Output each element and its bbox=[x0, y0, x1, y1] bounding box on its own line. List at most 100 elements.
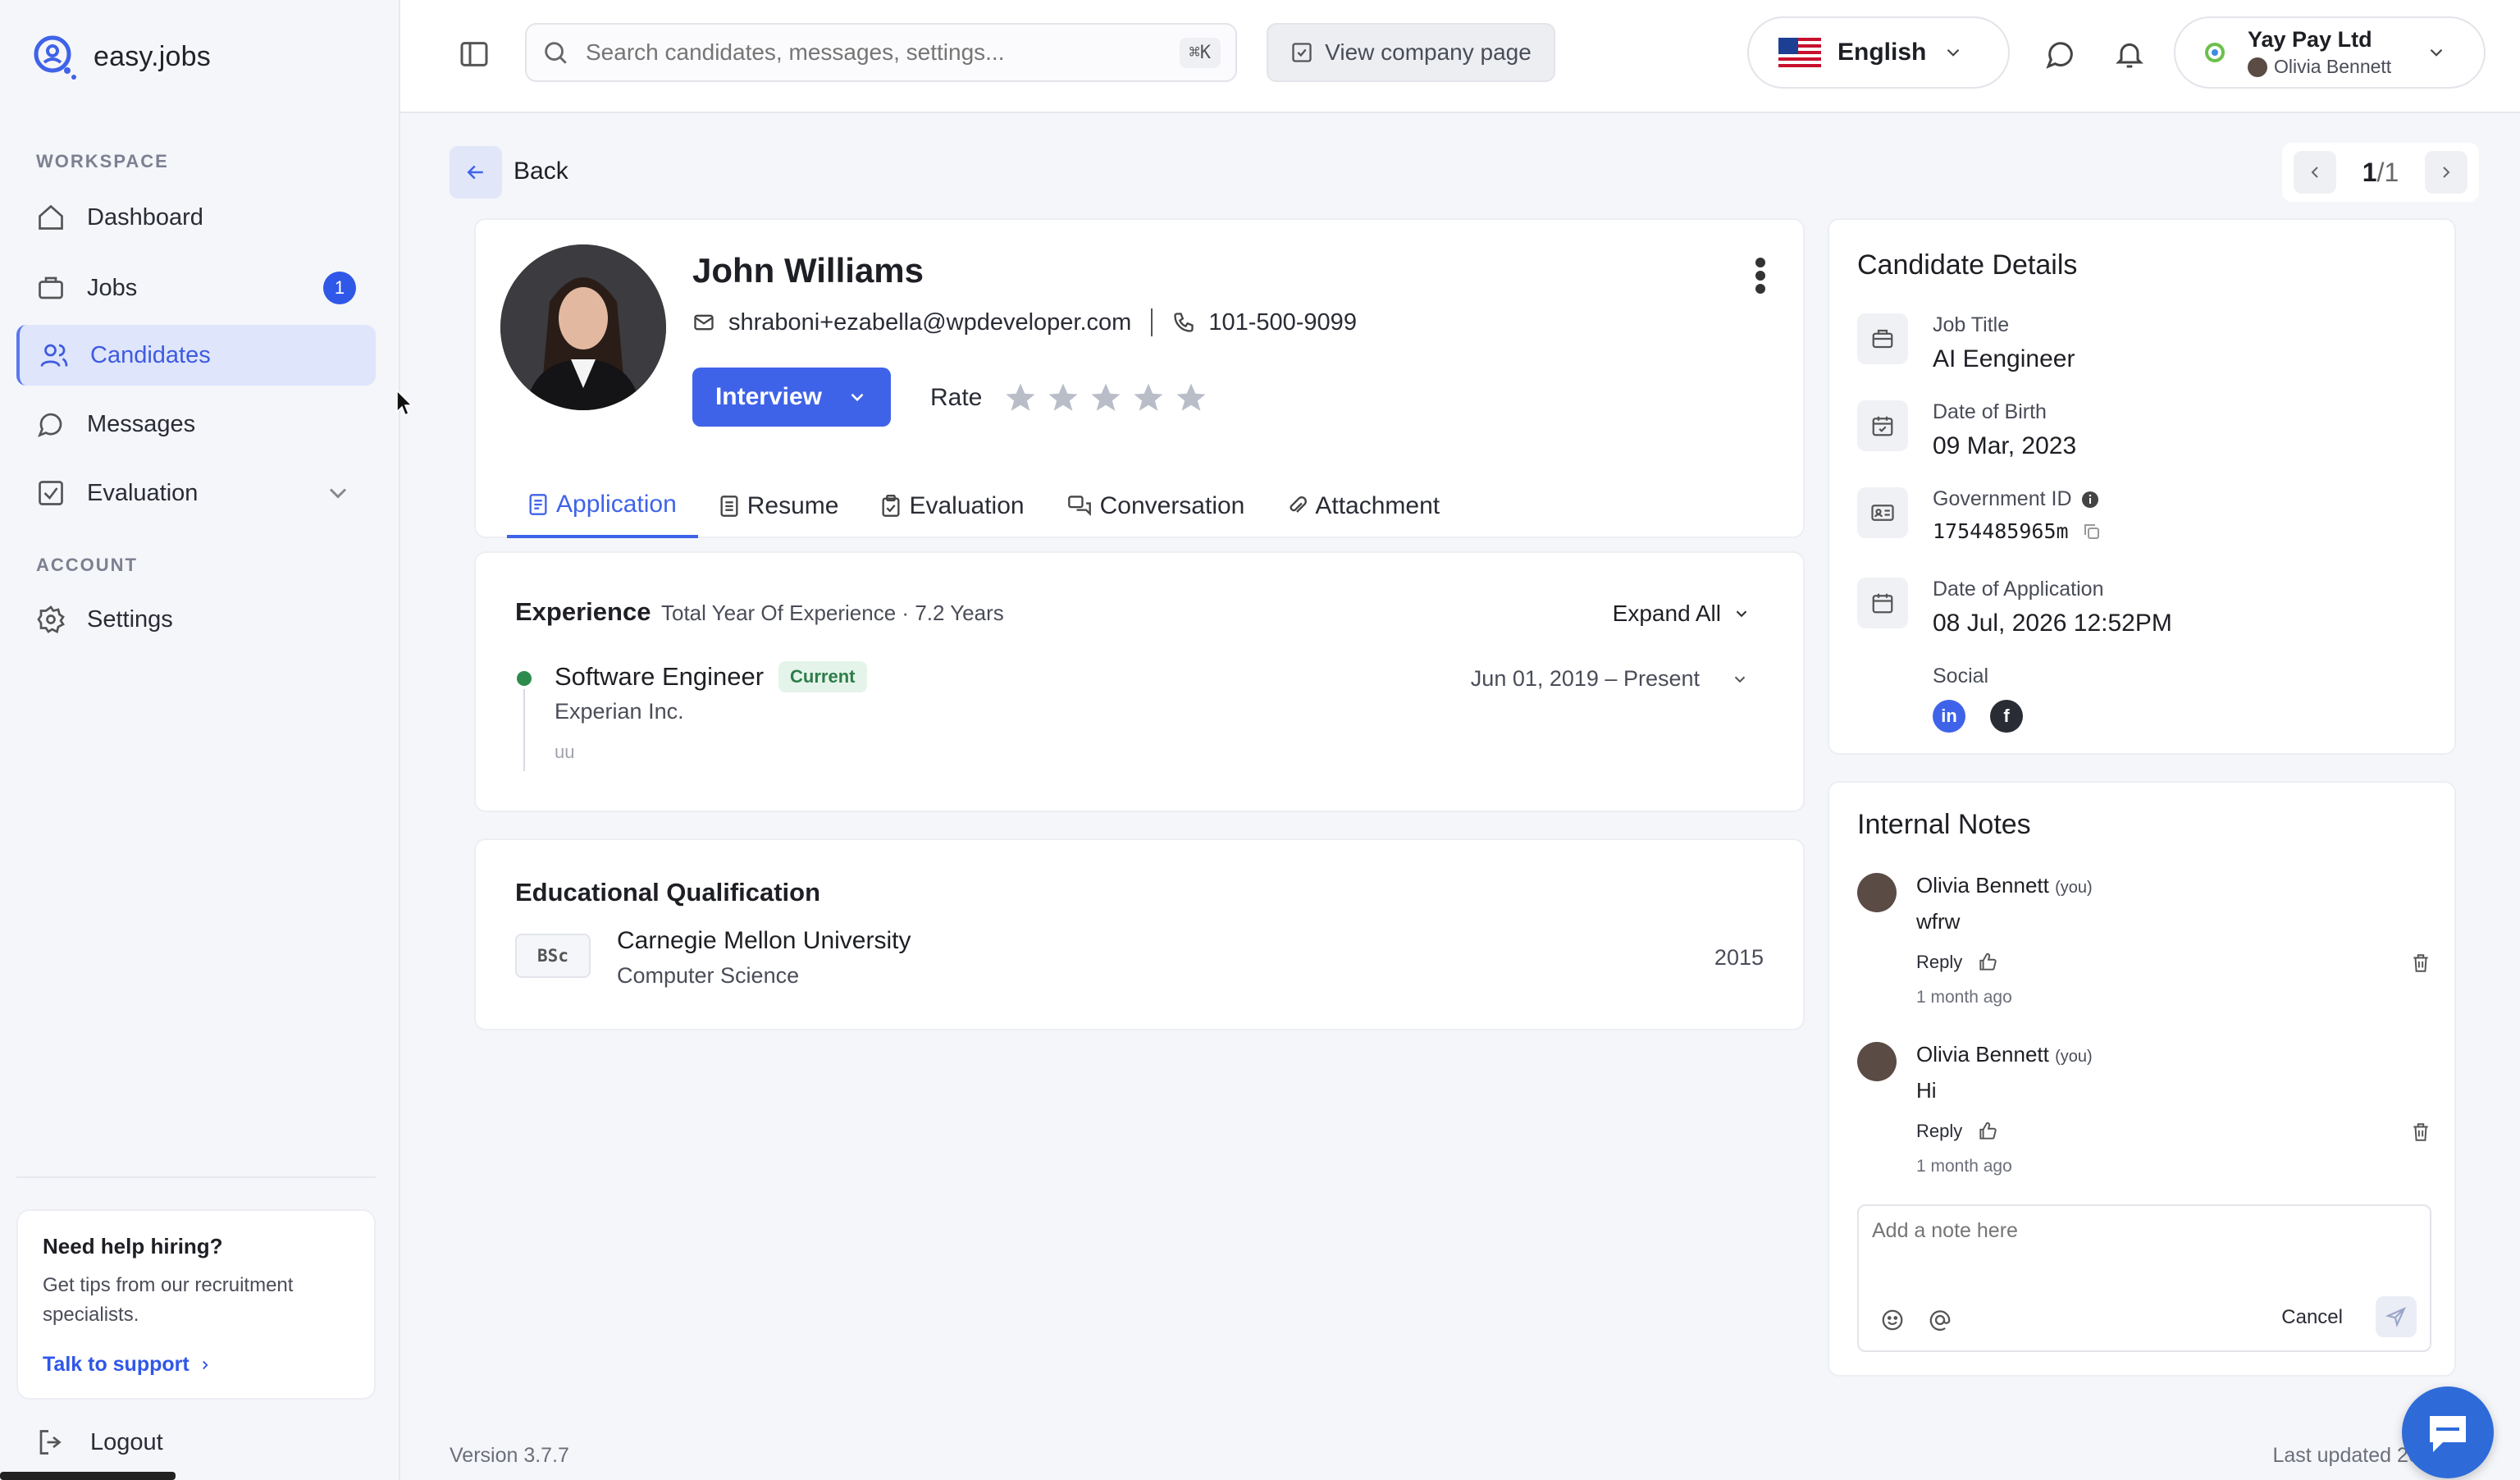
thumbs-up-icon[interactable] bbox=[1977, 1121, 1998, 1142]
trash-icon[interactable] bbox=[2410, 1121, 2431, 1144]
candidate-details-title: Candidate Details bbox=[1857, 249, 2078, 281]
detail-social: Social in f bbox=[1933, 665, 2023, 733]
home-icon bbox=[39, 204, 63, 230]
chat-bubble-icon bbox=[2430, 1416, 2466, 1452]
detail-government-id: Government ID 1754485965m bbox=[1857, 487, 2102, 543]
logo-icon bbox=[34, 35, 76, 80]
checklist-icon bbox=[39, 481, 63, 505]
previous-candidate-button[interactable] bbox=[2294, 151, 2336, 194]
id-card-icon bbox=[1857, 487, 1908, 538]
note-author: Olivia Bennett (you) bbox=[1916, 1042, 2093, 1067]
search-bar[interactable]: ⌘K bbox=[525, 23, 1237, 82]
sidebar-item-dashboard[interactable]: Dashboard bbox=[16, 187, 376, 248]
send-icon bbox=[2385, 1307, 2406, 1327]
sidebar-item-jobs[interactable]: Jobs 1 bbox=[16, 258, 376, 318]
tab-attachment[interactable]: Attachment bbox=[1266, 474, 1461, 538]
government-id-label-text: Government ID bbox=[1933, 487, 2072, 510]
tab-evaluation[interactable]: Evaluation bbox=[860, 474, 1045, 538]
reply-button[interactable]: Reply bbox=[1916, 1121, 1962, 1142]
back-label[interactable]: Back bbox=[514, 158, 568, 185]
emoji-icon[interactable] bbox=[1880, 1308, 1905, 1332]
degree-badge: BSc bbox=[515, 934, 591, 978]
current-job-indicator bbox=[517, 671, 532, 686]
logout-icon bbox=[39, 1430, 62, 1455]
timeline-line bbox=[523, 689, 525, 771]
language-selector[interactable]: English bbox=[1747, 16, 2010, 89]
candidate-phone[interactable]: 101-500-9099 bbox=[1208, 309, 1357, 336]
tab-conversation[interactable]: Conversation bbox=[1046, 474, 1267, 538]
linkedin-icon[interactable]: in bbox=[1933, 700, 1965, 733]
messages-icon[interactable] bbox=[2044, 38, 2077, 71]
clipboard-icon bbox=[882, 495, 900, 517]
sidebar-item-label: Settings bbox=[87, 605, 173, 633]
government-id-label: Government ID bbox=[1933, 487, 2102, 511]
arrow-left-icon bbox=[467, 165, 483, 180]
star-icon[interactable] bbox=[1089, 381, 1123, 415]
star-icon[interactable] bbox=[1131, 381, 1166, 415]
search-shortcut: ⌘K bbox=[1179, 37, 1221, 68]
copy-icon[interactable] bbox=[2082, 522, 2102, 541]
job-description-snippet: uu bbox=[555, 742, 575, 762]
sidebar-item-label: Candidates bbox=[90, 341, 211, 368]
talk-to-support-label: Talk to support bbox=[43, 1353, 189, 1376]
government-id-value: 1754485965m bbox=[1933, 519, 2069, 543]
sidebar-item-candidates[interactable]: Candidates bbox=[16, 325, 376, 386]
current-badge: Current bbox=[778, 661, 867, 692]
star-icon[interactable] bbox=[1003, 381, 1038, 415]
tab-resume[interactable]: Resume bbox=[698, 474, 861, 538]
separator-dot: · bbox=[902, 601, 915, 625]
thumbs-up-icon[interactable] bbox=[1977, 952, 1998, 973]
tab-label: Evaluation bbox=[909, 492, 1025, 519]
talk-to-support-link[interactable]: Talk to support bbox=[43, 1353, 349, 1377]
sidebar-toggle-icon[interactable] bbox=[458, 38, 491, 71]
company-name: Yay Pay Ltd bbox=[2248, 27, 2372, 52]
tab-application[interactable]: Application bbox=[507, 474, 698, 538]
job-company: Experian Inc. bbox=[555, 699, 684, 724]
sidebar-item-messages[interactable]: Messages bbox=[16, 394, 376, 455]
mention-icon[interactable] bbox=[1928, 1308, 1952, 1332]
internal-notes-title: Internal Notes bbox=[1857, 809, 2031, 840]
rating: Rate bbox=[930, 381, 1208, 415]
search-input[interactable] bbox=[586, 39, 1163, 66]
chat-icon bbox=[38, 413, 62, 437]
account-switcher[interactable]: Yay Pay Ltd Olivia Bennett bbox=[2174, 16, 2486, 89]
job-title: Software Engineer bbox=[555, 662, 765, 691]
note-send-button[interactable] bbox=[2376, 1296, 2417, 1337]
app-logo[interactable]: easy.jobs bbox=[31, 33, 211, 80]
education-section: Educational Qualification BSc Carnegie M… bbox=[474, 838, 1805, 1030]
more-options-icon[interactable] bbox=[1755, 258, 1765, 294]
back-button[interactable] bbox=[450, 146, 502, 199]
next-candidate-button[interactable] bbox=[2424, 151, 2468, 194]
note-tools bbox=[1880, 1308, 1952, 1332]
detail-application-date: Date of Application 08 Jul, 2026 12:52PM bbox=[1857, 578, 2172, 637]
bell-icon[interactable] bbox=[2113, 38, 2146, 71]
dob-label: Date of Birth bbox=[1933, 400, 2047, 423]
logout-button[interactable]: Logout bbox=[36, 1427, 163, 1457]
info-icon[interactable] bbox=[2080, 490, 2100, 509]
tab-label: Application bbox=[556, 491, 677, 518]
note-cancel-button[interactable]: Cancel bbox=[2281, 1306, 2343, 1329]
facebook-icon[interactable]: f bbox=[1990, 700, 2023, 733]
expand-all-label: Expand All bbox=[1612, 601, 1721, 626]
star-icon[interactable] bbox=[1174, 381, 1208, 415]
expand-all-button[interactable]: Expand All bbox=[1613, 601, 1751, 627]
trash-icon[interactable] bbox=[2410, 952, 2431, 975]
support-chat-button[interactable] bbox=[2402, 1386, 2494, 1478]
note-author: Olivia Bennett (you) bbox=[1916, 873, 2093, 898]
view-company-page-button[interactable]: View company page bbox=[1267, 23, 1555, 82]
us-flag-icon bbox=[1778, 38, 1821, 67]
note-time: 1 month ago bbox=[1916, 1157, 2012, 1176]
star-icon[interactable] bbox=[1046, 381, 1080, 415]
reply-button[interactable]: Reply bbox=[1916, 952, 1962, 973]
sidebar: easy.jobs WORKSPACE Dashboard Jobs 1 Can… bbox=[0, 0, 400, 1480]
experience-total-value: 7.2 Years bbox=[915, 601, 1004, 625]
pipeline-stage-dropdown[interactable]: Interview bbox=[692, 368, 891, 427]
sidebar-item-settings[interactable]: Settings bbox=[16, 589, 376, 650]
document-icon bbox=[529, 494, 547, 515]
candidate-email[interactable]: shraboni+ezabella@wpdeveloper.com bbox=[728, 309, 1131, 336]
dob-value: 09 Mar, 2023 bbox=[1933, 432, 2077, 459]
note-text: Hi bbox=[1916, 1078, 1937, 1103]
note-input[interactable] bbox=[1872, 1219, 2413, 1285]
chevron-down-icon[interactable] bbox=[1731, 670, 1749, 688]
sidebar-item-evaluation[interactable]: Evaluation bbox=[16, 463, 376, 523]
